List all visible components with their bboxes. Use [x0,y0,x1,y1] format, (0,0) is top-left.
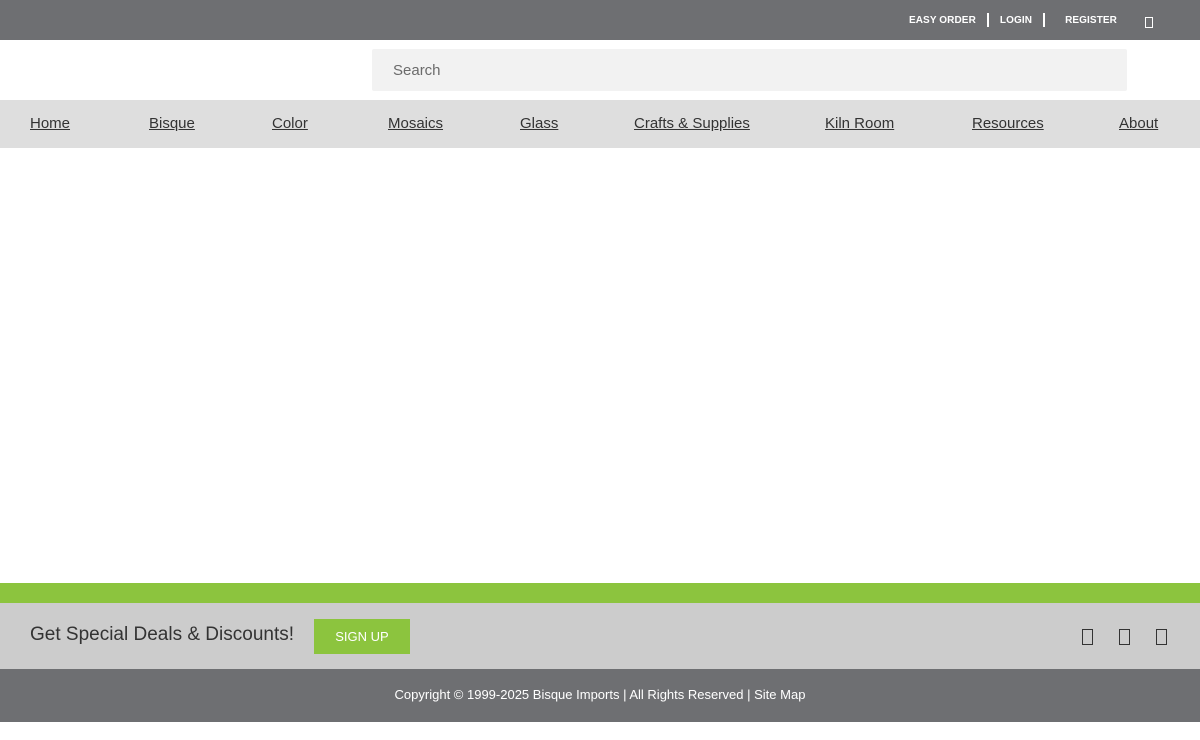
nav-item-home[interactable]: Home [30,100,70,148]
newsletter-bar: Get Special Deals & Discounts! SIGN UP [0,603,1200,669]
pinterest-icon[interactable] [1119,629,1130,645]
easy-order-link[interactable]: EASY ORDER [909,15,976,26]
site-map-link[interactable]: Site Map [754,687,805,702]
nav-item-resources[interactable]: Resources [972,100,1044,148]
search-box [372,49,1127,91]
login-link[interactable]: LOGIN [1000,15,1032,26]
copyright-text: Copyright © 1999-2025 Bisque Imports | A… [394,687,751,702]
nav-item-kiln-room[interactable]: Kiln Room [825,100,894,148]
deals-heading: Get Special Deals & Discounts! [30,624,295,645]
divider [1043,13,1046,27]
copyright-line: Copyright © 1999-2025 Bisque Imports | A… [0,669,1200,722]
instagram-icon[interactable] [1156,629,1167,645]
search-input[interactable] [372,49,1127,91]
nav-item-about[interactable]: About [1119,100,1158,148]
nav-item-bisque[interactable]: Bisque [149,100,195,148]
cart-icon[interactable] [1145,16,1153,28]
divider [986,13,989,27]
footer: Copyright © 1999-2025 Bisque Imports | A… [0,669,1200,722]
nav-item-glass[interactable]: Glass [520,100,558,148]
main-nav: Home Bisque Color Mosaics Glass Crafts &… [0,100,1200,148]
account-links: EASY ORDER LOGIN REGISTER [909,0,1200,40]
facebook-icon[interactable] [1082,629,1093,645]
nav-item-crafts-supplies[interactable]: Crafts & Supplies [634,100,750,148]
sign-up-button[interactable]: SIGN UP [314,619,410,654]
nav-item-mosaics[interactable]: Mosaics [388,100,443,148]
top-bar: EASY ORDER LOGIN REGISTER [0,0,1200,40]
accent-stripe [0,583,1200,603]
register-link[interactable]: REGISTER [1065,15,1117,26]
nav-item-color[interactable]: Color [272,100,308,148]
